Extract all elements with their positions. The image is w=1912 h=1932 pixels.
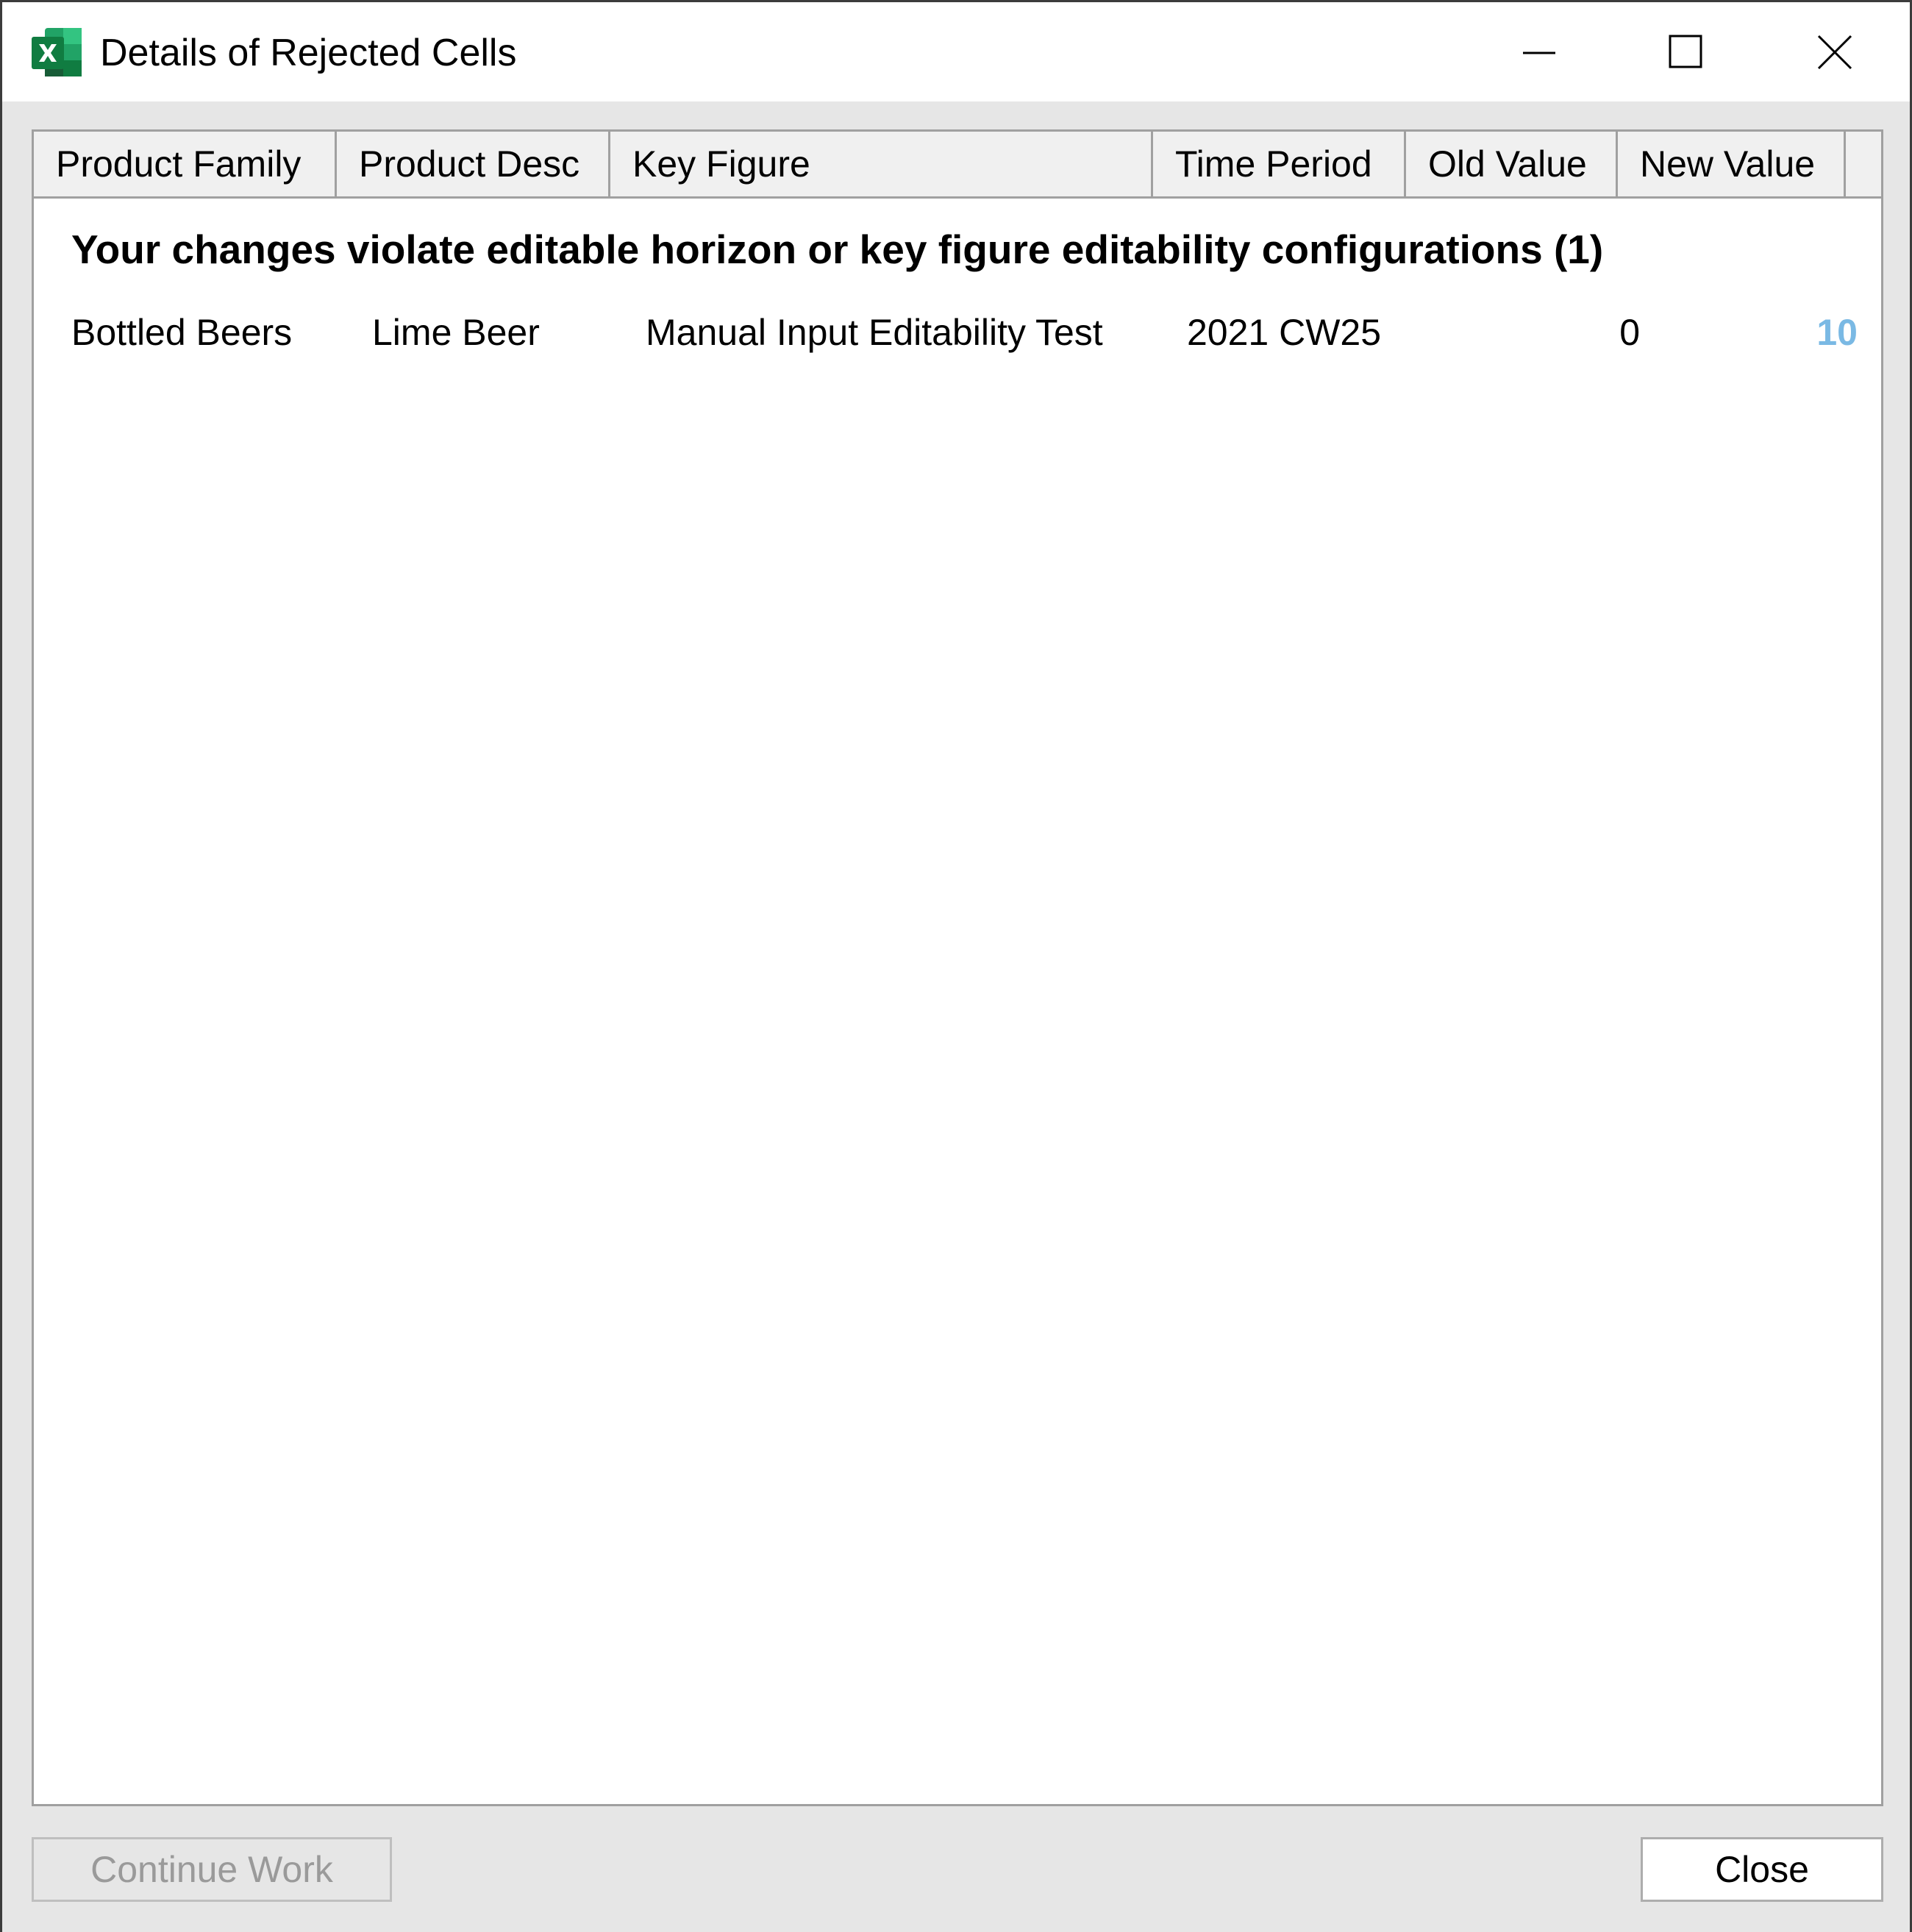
close-button[interactable]: Close bbox=[1641, 1837, 1883, 1902]
cell-time-period: 2021 CW25 bbox=[1187, 312, 1382, 353]
column-header-product-desc[interactable]: Product Desc bbox=[337, 132, 610, 196]
column-header-time-period[interactable]: Time Period bbox=[1153, 132, 1406, 196]
window-title: Details of Rejected Cells bbox=[100, 32, 517, 74]
maximize-button[interactable] bbox=[1613, 2, 1760, 101]
cell-old-value: 0 bbox=[1619, 312, 1640, 353]
column-header-filler bbox=[1846, 132, 1881, 196]
column-header-old-value[interactable]: Old Value bbox=[1406, 132, 1618, 196]
maximize-icon bbox=[1669, 35, 1702, 68]
dialog-body: Product Family Product Desc Key Figure T… bbox=[2, 101, 1910, 1932]
cell-product-desc: Lime Beer bbox=[372, 312, 540, 353]
minimize-button[interactable] bbox=[1466, 2, 1613, 101]
cell-product-family: Bottled Beers bbox=[71, 312, 293, 353]
group-header: Your changes violate editable horizon or… bbox=[71, 227, 1604, 272]
rejected-cells-table[interactable]: Product Family Product Desc Key Figure T… bbox=[32, 129, 1883, 1806]
cell-new-value: 10 bbox=[1816, 312, 1858, 353]
excel-icon bbox=[30, 26, 83, 78]
close-icon bbox=[1817, 35, 1852, 70]
title-bar[interactable]: Details of Rejected Cells bbox=[2, 2, 1910, 101]
column-header-key-figure[interactable]: Key Figure bbox=[610, 132, 1153, 196]
minimize-icon bbox=[1523, 51, 1555, 54]
cell-key-figure: Manual Input Editability Test bbox=[646, 312, 1103, 353]
column-header-new-value[interactable]: New Value bbox=[1618, 132, 1846, 196]
table-header-row: Product Family Product Desc Key Figure T… bbox=[34, 132, 1881, 199]
close-window-button[interactable] bbox=[1761, 2, 1908, 101]
rejected-cells-dialog: Details of Rejected Cells Product Family… bbox=[0, 0, 1912, 1932]
column-header-product-family[interactable]: Product Family bbox=[34, 132, 337, 196]
continue-work-button[interactable]: Continue Work bbox=[32, 1837, 392, 1902]
